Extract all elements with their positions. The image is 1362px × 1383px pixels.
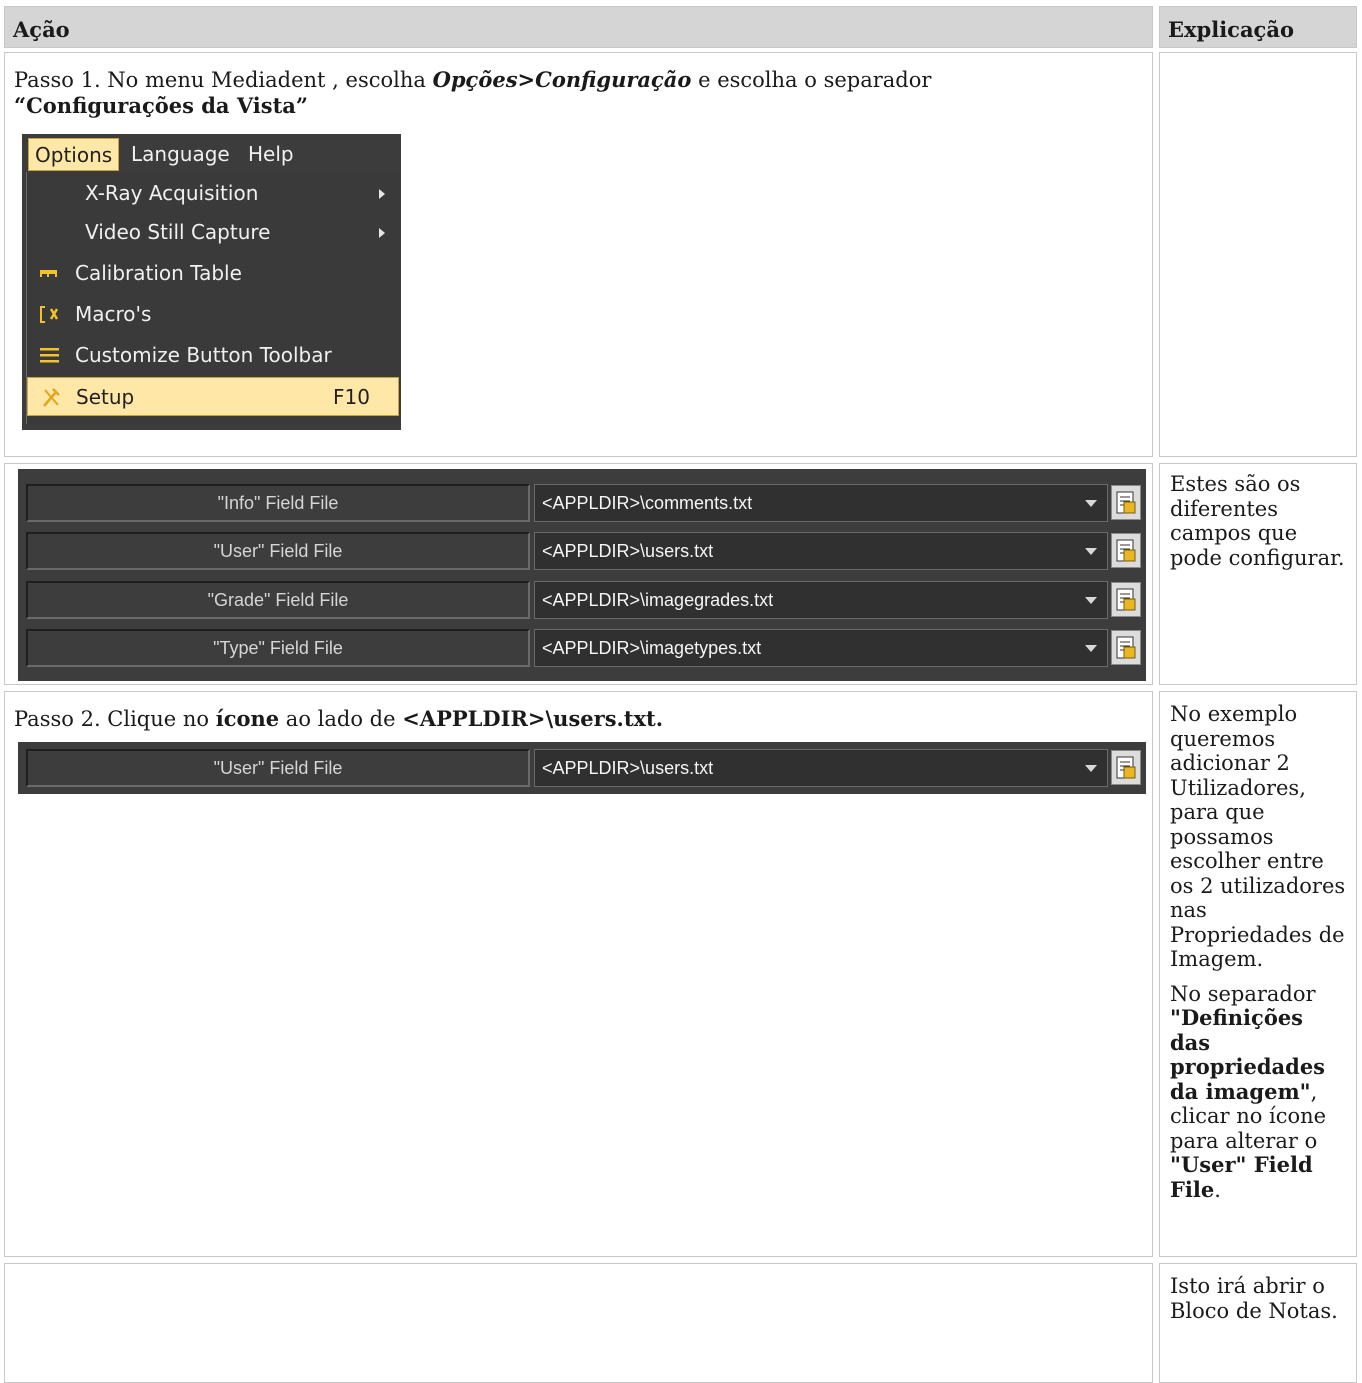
field-value-select[interactable]: <APPLDIR>\imagegrades.txt <box>534 581 1108 619</box>
notepad-icon <box>1116 539 1136 562</box>
user-field-panel: "User" Field File <APPLDIR>\users.txt <box>18 742 1146 794</box>
menubar-options[interactable]: Options <box>28 138 120 171</box>
menu-item-video-still-capture[interactable]: Video Still Capture <box>27 213 399 252</box>
menu-item-label: Calibration Table <box>75 261 242 285</box>
options-dropdown: X-Ray Acquisition Video Still Capture Ca… <box>26 172 400 424</box>
edit-file-button[interactable] <box>1111 750 1141 785</box>
edit-file-button[interactable] <box>1111 630 1141 665</box>
menu-item-customize-button-toolbar[interactable]: Customize Button Toolbar <box>27 336 399 375</box>
icon-word: ícone <box>215 706 280 731</box>
field-files-panel: "Info" Field File <APPLDIR>\comments.txt… <box>18 469 1146 681</box>
row1-explanation-cell <box>1159 52 1357 457</box>
submenu-arrow-icon <box>379 228 385 238</box>
menu-path: Opções>Configuração <box>432 67 692 92</box>
menubar-language[interactable]: Language <box>125 138 236 171</box>
header-explanation-label: Explicação <box>1168 17 1294 42</box>
tab-name: “Configurações da Vista” <box>14 93 308 118</box>
dropdown-arrow-icon <box>1085 645 1097 652</box>
notepad-icon <box>1116 588 1136 611</box>
notepad-icon <box>1116 756 1136 779</box>
row2-explanation-text: Estes são os diferentes campos que pode … <box>1170 472 1345 570</box>
edit-file-button[interactable] <box>1111 582 1141 617</box>
field-label: "User" Field File <box>26 532 530 570</box>
menu-item-calibration-table[interactable]: Calibration Table <box>27 254 399 293</box>
field-name: "User" Field File <box>1170 1152 1313 1202</box>
ruler-icon <box>39 254 67 293</box>
menu-item-label: Setup <box>76 385 135 409</box>
row1-step-text: Passo 1. No menu Mediadent , escolha Opç… <box>14 67 932 118</box>
row2-explanation-cell: Estes são os diferentes campos que pode … <box>1159 463 1357 685</box>
field-value-select[interactable]: <APPLDIR>\users.txt <box>534 532 1108 570</box>
row3-explanation-cell: No exemplo queremos adicionar 2 Utilizad… <box>1159 691 1357 1257</box>
menubar-help[interactable]: Help <box>242 138 300 171</box>
shortcut-label: F10 <box>333 385 370 409</box>
tab-name: "Definições das propriedades da imagem" <box>1170 1005 1325 1104</box>
explanation-paragraph: No separador "Definições das propriedade… <box>1170 981 1327 1202</box>
file-path: <APPLDIR>\users.txt. <box>402 706 664 731</box>
notepad-icon <box>1116 636 1136 659</box>
dropdown-arrow-icon <box>1085 597 1097 604</box>
field-value-select[interactable]: <APPLDIR>\users.txt <box>534 749 1108 787</box>
notepad-icon <box>1116 491 1136 514</box>
options-menu-screenshot: Options Language Help X-Ray Acquisition … <box>22 134 401 430</box>
row4-explanation-text: Isto irá abrir o Bloco de Notas. <box>1170 1274 1338 1323</box>
submenu-arrow-icon <box>379 189 385 199</box>
menu-item-setup[interactable]: Setup F10 <box>27 377 399 416</box>
field-label: "Grade" Field File <box>26 581 530 619</box>
row4-explanation-cell: Isto irá abrir o Bloco de Notas. <box>1159 1263 1357 1383</box>
header-action-label: Ação <box>13 17 70 42</box>
menu-item-label: X-Ray Acquisition <box>85 181 259 205</box>
list-icon <box>39 336 67 375</box>
edit-file-button[interactable] <box>1111 533 1141 568</box>
explanation-paragraph: No exemplo queremos adicionar 2 Utilizad… <box>1170 702 1346 971</box>
field-label: "User" Field File <box>26 749 530 787</box>
field-value-select[interactable]: <APPLDIR>\comments.txt <box>534 484 1108 522</box>
macro-icon <box>39 295 67 334</box>
field-label: "Type" Field File <box>26 629 530 667</box>
edit-file-button[interactable] <box>1111 485 1141 520</box>
menu-item-label: Macro's <box>75 302 152 326</box>
tools-icon <box>40 378 68 417</box>
field-label: "Info" Field File <box>26 484 530 522</box>
field-value-select[interactable]: <APPLDIR>\imagetypes.txt <box>534 629 1108 667</box>
dropdown-arrow-icon <box>1085 548 1097 555</box>
row3-explanation-text: No exemplo queremos adicionar 2 Utilizad… <box>1170 702 1350 1212</box>
row3-step-text: Passo 2. Clique no ícone ao lado de <APP… <box>14 706 664 731</box>
menu-item-label: Customize Button Toolbar <box>75 343 332 367</box>
dropdown-arrow-icon <box>1085 500 1097 507</box>
row4-action-cell <box>4 1263 1153 1383</box>
menu-item-label: Video Still Capture <box>85 220 271 244</box>
header-explanation: Explicação <box>1159 6 1357 48</box>
menu-item-macros[interactable]: Macro's <box>27 295 399 334</box>
menu-item-xray-acquisition[interactable]: X-Ray Acquisition <box>27 174 399 213</box>
dropdown-arrow-icon <box>1085 765 1097 772</box>
header-action: Ação <box>4 6 1153 48</box>
